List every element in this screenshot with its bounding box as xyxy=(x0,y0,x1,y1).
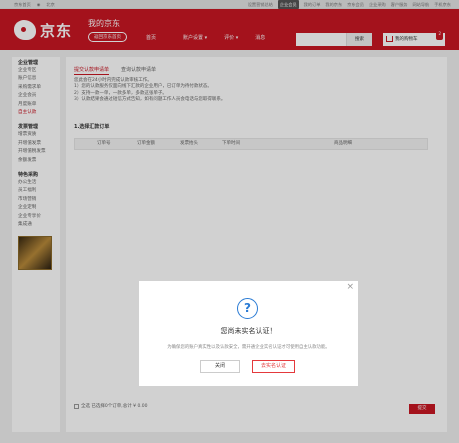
close-button[interactable]: 关闭 xyxy=(200,360,240,373)
verify-button[interactable]: 去实名认证 xyxy=(252,360,295,373)
question-icon: ? xyxy=(237,298,258,319)
close-icon[interactable]: × xyxy=(346,283,354,292)
dialog-message: 为确保您的账户真实性以及认款安全，需开通企业实名认证才可使用自主认款功能。 xyxy=(167,345,330,350)
dialog-title: 您尚未实名认证！ xyxy=(220,327,277,335)
verification-dialog: × ? 您尚未实名认证！ 为确保您的账户真实性以及认款安全，需开通企业实名认证才… xyxy=(139,281,358,386)
